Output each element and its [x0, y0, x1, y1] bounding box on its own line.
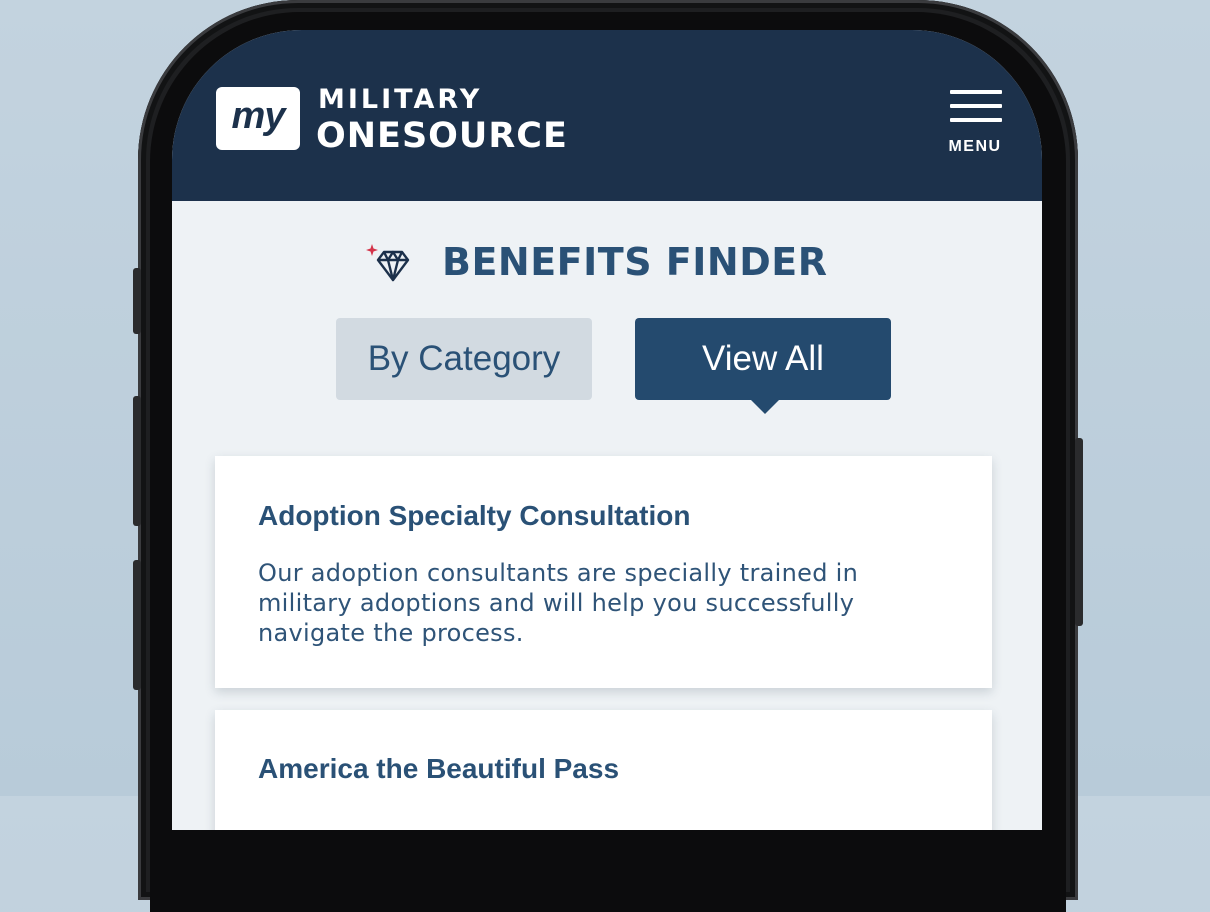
logo-my-badge[interactable]: my	[216, 87, 300, 150]
selected-tab-pointer	[751, 400, 779, 414]
hamburger-icon-bar	[950, 118, 1002, 122]
phone-side-button	[1075, 438, 1083, 626]
benefit-card[interactable]: America the Beautiful Pass	[215, 710, 992, 830]
phone-screen: my MILITARY ONESOURCE MENU BENEFITS FIND…	[172, 30, 1042, 830]
benefit-card-title[interactable]: America the Beautiful Pass	[258, 753, 619, 785]
benefit-card-description: Our adoption consultants are specially t…	[258, 559, 859, 647]
tab-view-all[interactable]: View All	[635, 318, 891, 400]
hamburger-icon-bar	[950, 104, 1002, 108]
phone-side-button	[133, 268, 141, 334]
diamond-icon	[366, 244, 410, 282]
menu-button[interactable]: MENU	[944, 88, 1006, 158]
phone-side-button	[133, 396, 141, 526]
benefit-card[interactable]: Adoption Specialty Consultation Our adop…	[215, 456, 992, 688]
logo-onesource-text: ONESOURCE	[316, 116, 568, 156]
logo-my-text: my	[231, 95, 286, 137]
hamburger-icon-bar	[950, 90, 1002, 94]
benefit-card-title[interactable]: Adoption Specialty Consultation	[258, 500, 690, 532]
phone-side-button	[133, 560, 141, 690]
app-header: my MILITARY ONESOURCE MENU	[172, 30, 1042, 201]
logo-military-text: MILITARY	[318, 84, 483, 115]
tab-by-category[interactable]: By Category	[336, 318, 592, 400]
menu-label: MENU	[948, 138, 1002, 155]
tab-label: By Category	[367, 339, 561, 378]
benefits-finder-heading: BENEFITS FINDER	[362, 238, 862, 288]
page-title: BENEFITS FINDER	[442, 240, 828, 284]
tab-label: View All	[702, 339, 824, 378]
